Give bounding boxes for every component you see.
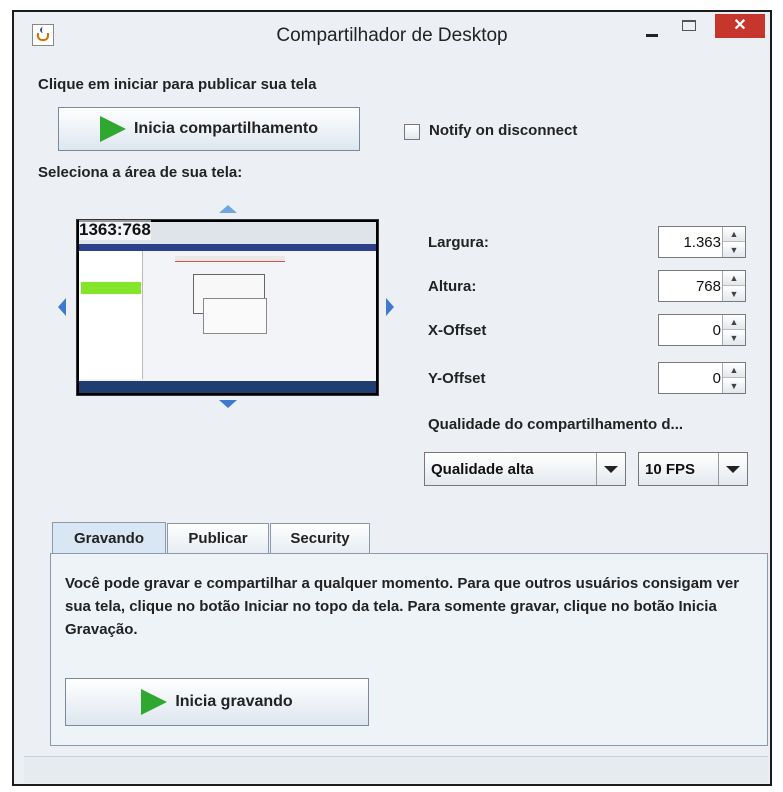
arrow-right-icon[interactable] (386, 298, 394, 316)
spinner-down-icon[interactable]: ▼ (723, 242, 745, 257)
spinner-up-icon[interactable]: ▲ (723, 227, 745, 242)
spinner-down-icon[interactable]: ▼ (723, 330, 745, 345)
minimize-button[interactable] (646, 34, 658, 37)
width-label: Largura: (428, 234, 489, 251)
spinner-up-icon[interactable]: ▲ (723, 363, 745, 378)
area-prompt: Seleciona a área de sua tela: (38, 164, 243, 181)
xoffset-spinner[interactable]: 0 ▲ ▼ (658, 314, 746, 346)
resolution-label: 1363:768 (79, 220, 151, 240)
publish-prompt: Clique em iniciar para publicar sua tela (38, 76, 317, 93)
spinner-down-icon[interactable]: ▼ (723, 378, 745, 393)
fps-value: 10 FPS (645, 461, 696, 478)
chevron-down-icon[interactable] (718, 453, 747, 485)
screen-thumbnail (79, 222, 376, 393)
start-sharing-button[interactable]: Inicia compartilhamento (58, 107, 360, 151)
maximize-button[interactable] (682, 20, 696, 31)
width-value[interactable]: 1.363 (683, 234, 721, 251)
height-value[interactable]: 768 (696, 278, 721, 295)
yoffset-value[interactable]: 0 (713, 370, 721, 387)
fps-select[interactable]: 10 FPS (638, 452, 748, 486)
yoffset-label: Y-Offset (428, 370, 486, 387)
title-bar[interactable]: Compartilhador de Desktop ✕ (14, 12, 770, 58)
quality-value: Qualidade alta (431, 461, 534, 478)
tab-security[interactable]: Security (270, 523, 370, 553)
spinner-up-icon[interactable]: ▲ (723, 315, 745, 330)
notify-label[interactable]: Notify on disconnect (429, 122, 577, 139)
play-icon (99, 116, 126, 142)
xoffset-value[interactable]: 0 (713, 322, 721, 339)
xoffset-label: X-Offset (428, 322, 487, 339)
status-bar (24, 756, 768, 783)
spinner-up-icon[interactable]: ▲ (723, 271, 745, 286)
arrow-down-icon[interactable] (219, 400, 237, 408)
spinner-down-icon[interactable]: ▼ (723, 286, 745, 301)
start-sharing-label: Inicia compartilhamento (133, 120, 319, 137)
width-spinner[interactable]: 1.363 ▲ ▼ (658, 226, 746, 258)
height-label: Altura: (428, 278, 477, 295)
quality-label: Qualidade do compartilhamento d... (428, 416, 684, 433)
tab-panel-gravando: Você pode gravar e compartilhar a qualqu… (50, 553, 768, 746)
screen-preview[interactable]: 1363:768 (76, 219, 379, 396)
notify-checkbox[interactable] (404, 124, 420, 140)
yoffset-spinner[interactable]: 0 ▲ ▼ (658, 362, 746, 394)
record-description: Você pode gravar e compartilhar a qualqu… (65, 575, 740, 638)
height-spinner[interactable]: 768 ▲ ▼ (658, 270, 746, 302)
quality-select[interactable]: Qualidade alta (424, 452, 626, 486)
start-recording-button[interactable]: Inicia gravando (65, 678, 369, 726)
arrow-up-icon[interactable] (219, 205, 237, 213)
tab-gravando[interactable]: Gravando (52, 522, 166, 554)
arrow-left-icon[interactable] (58, 298, 66, 316)
app-window: Compartilhador de Desktop ✕ Clique em in… (12, 10, 772, 786)
tab-publicar[interactable]: Publicar (167, 523, 269, 553)
start-recording-label: Inicia gravando (175, 693, 293, 710)
close-button[interactable]: ✕ (715, 14, 765, 38)
chevron-down-icon[interactable] (596, 453, 625, 485)
play-icon (141, 689, 168, 715)
